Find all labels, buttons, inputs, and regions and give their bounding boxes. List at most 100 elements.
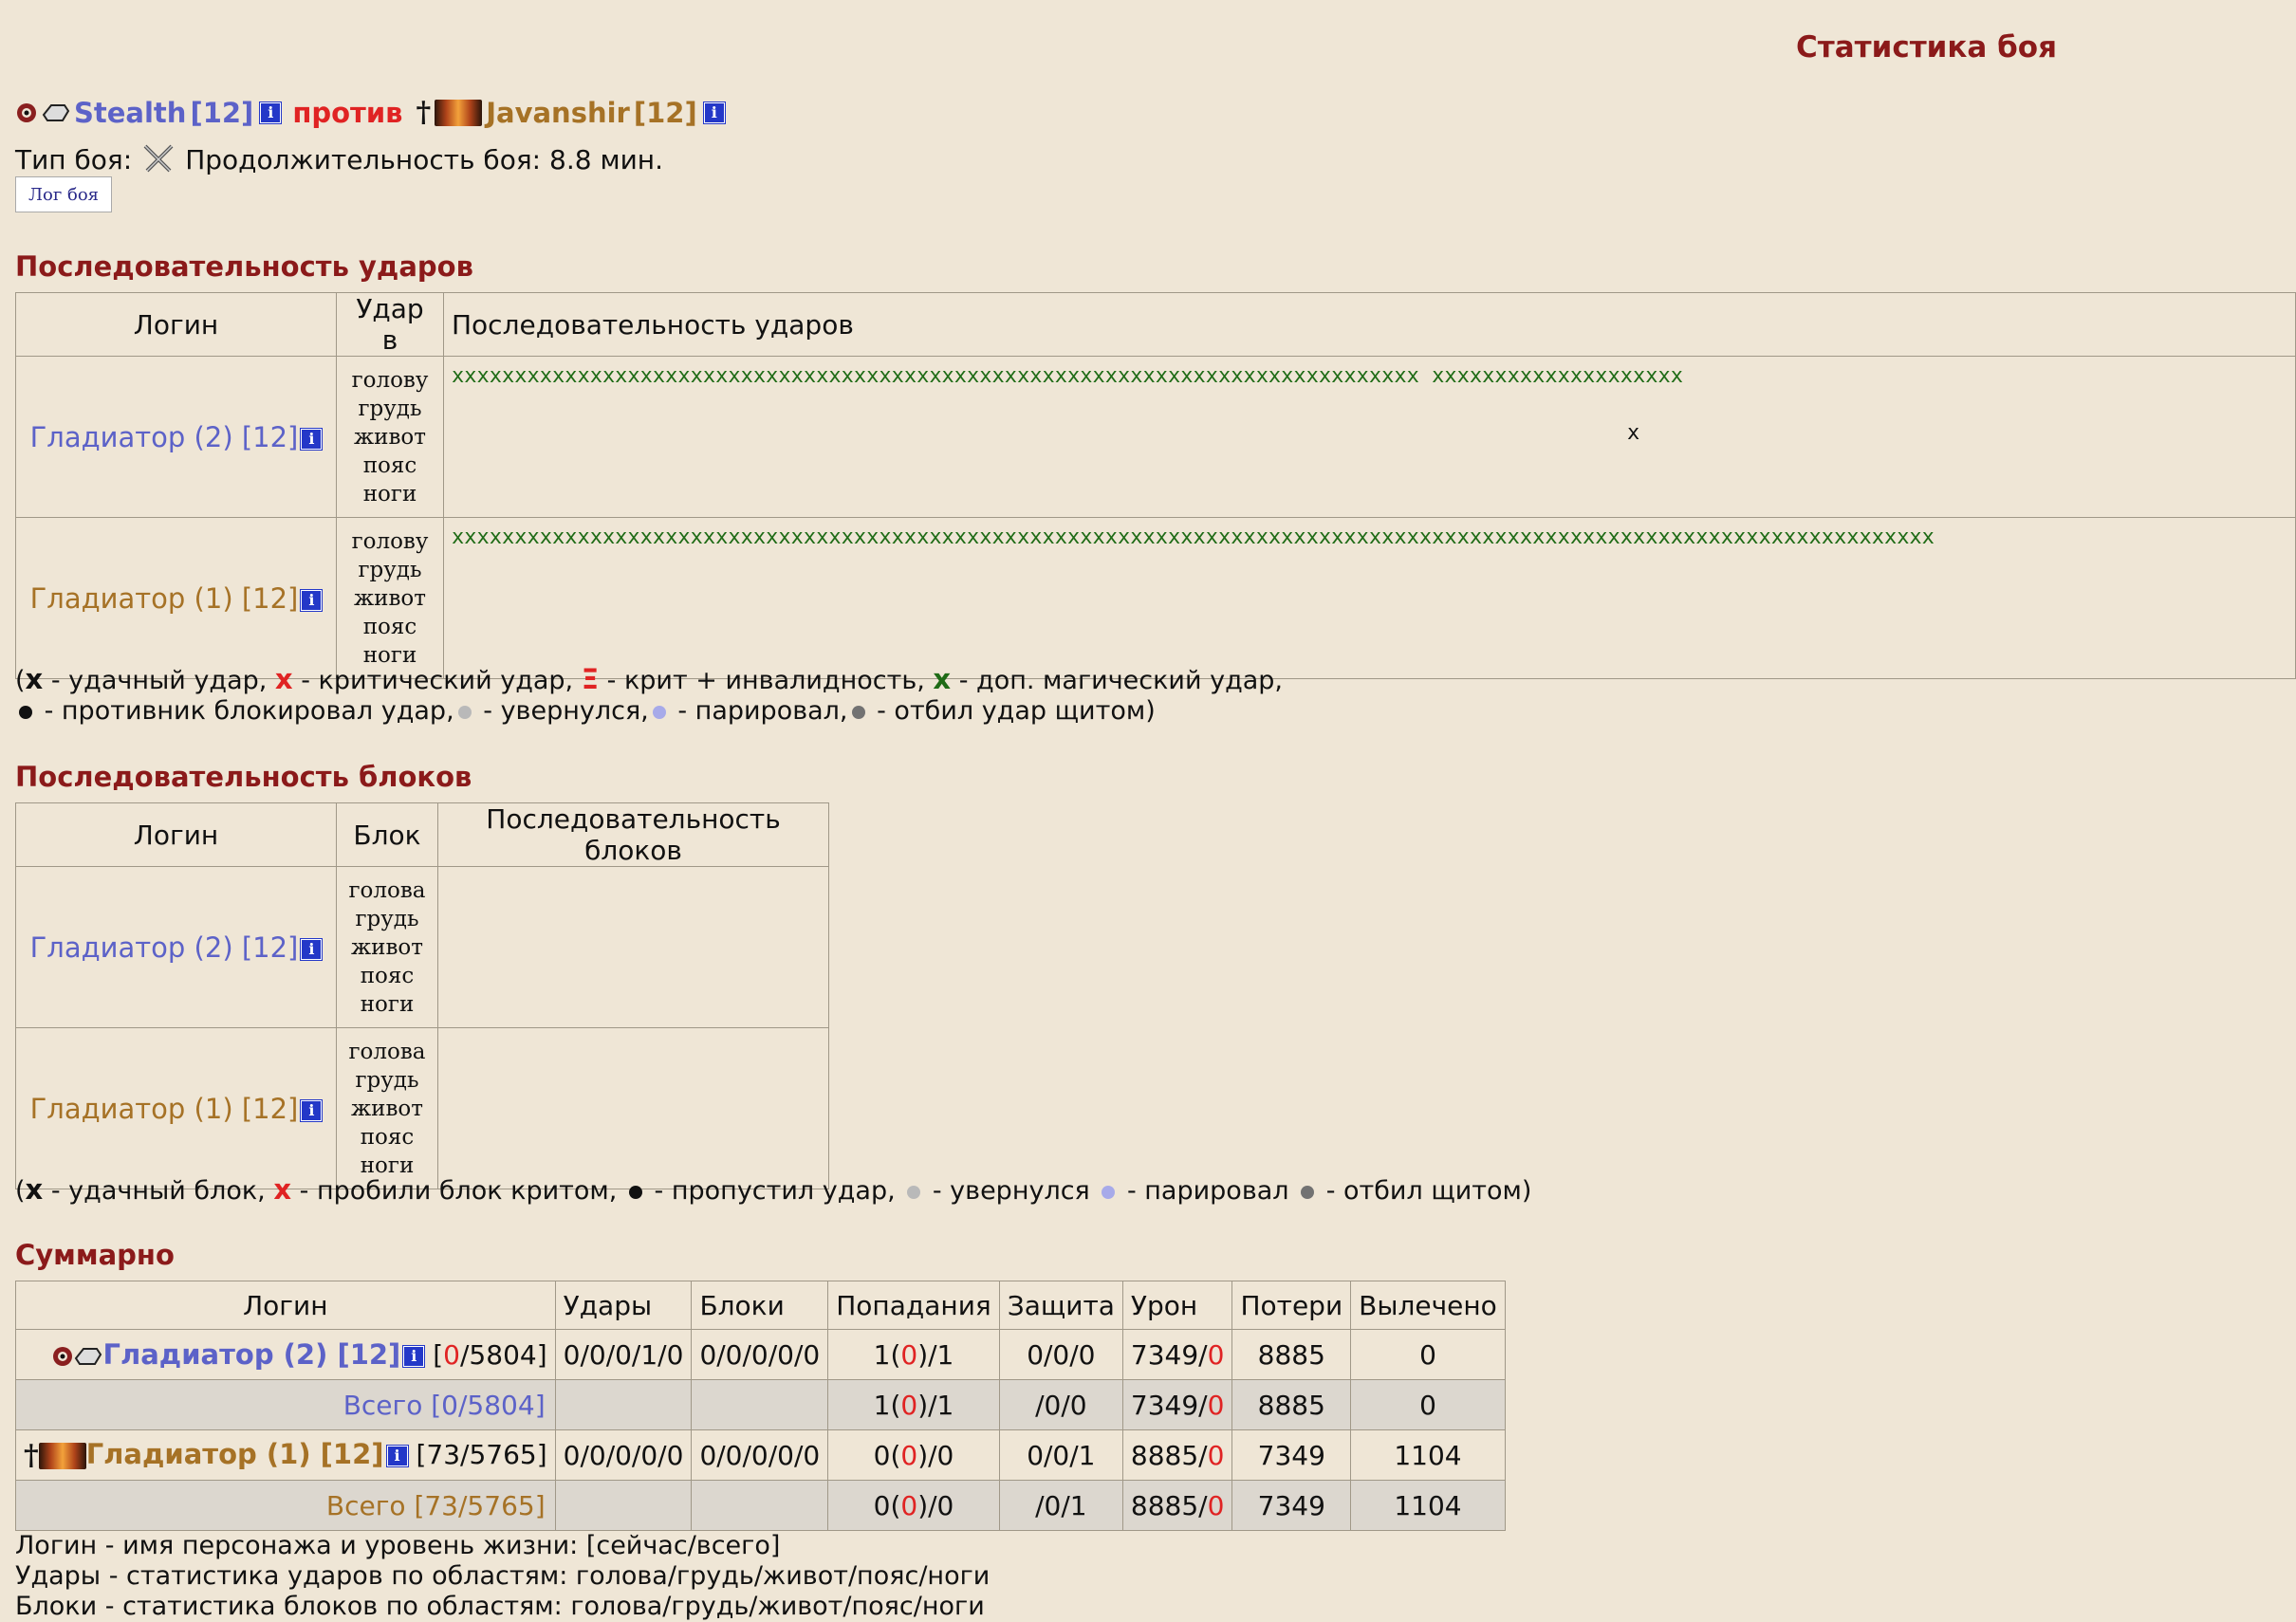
seq-head: xxxxxxxxxxxxxxxxxxxxxxxxxxxxxxxxxxxxxxxx… xyxy=(452,364,1684,388)
battle-info: Тип боя: Продолжительность боя: 8.8 мин. xyxy=(15,142,663,176)
dot-parried-icon xyxy=(1102,1185,1116,1199)
hits-cell xyxy=(554,1379,693,1430)
defense-cell: /0/0 xyxy=(998,1379,1123,1430)
info-icon[interactable]: i xyxy=(386,1445,408,1466)
footnotes: Логин - имя персонажа и уровень жизни: [… xyxy=(15,1531,990,1622)
legend-text: - критический удар, xyxy=(292,666,582,695)
table-row: Гладиатор (1) [12] i голову грудь живот п… xyxy=(15,517,2296,679)
table-row: Гладиатор (2) [12] i [0/5804] 0/0/0/1/0 0… xyxy=(15,1329,1506,1380)
fighter-link[interactable]: Гладиатор (1) [12] xyxy=(30,1093,299,1125)
versus-label: против xyxy=(292,96,403,129)
legend-text: - крит + инвалидность, xyxy=(599,666,934,695)
zone-belly: живот xyxy=(353,585,426,611)
login-cell: Гладиатор (1) [12] i xyxy=(15,517,337,679)
legend-text: - удачный удар, xyxy=(43,666,275,695)
total-row: Всего [73/5765] 0(0)/0 /0/1 8885/0 7349 … xyxy=(15,1480,1506,1531)
dot-dodged-icon xyxy=(457,705,472,719)
hit-sequence-cell: xxxxxxxxxxxxxxxxxxxxxxxxxxxxxxxxxxxxxxxx… xyxy=(443,356,2296,518)
zone-head: голова xyxy=(348,877,426,903)
healed-cell: 1104 xyxy=(1350,1480,1506,1531)
fighter-link[interactable]: Гладиатор (2) [12] xyxy=(30,931,299,964)
healed-cell: 0 xyxy=(1350,1379,1506,1430)
info-icon[interactable]: i xyxy=(703,101,725,123)
landed-cell: 1(0)/1 xyxy=(827,1379,1000,1430)
fighter-link[interactable]: Гладиатор (1) [12] xyxy=(86,1438,384,1470)
zone-list: голову грудь живот пояс ноги xyxy=(336,517,444,679)
landed-cell: 0(0)/0 xyxy=(827,1480,1000,1531)
legend-text: - увернулся, xyxy=(474,696,649,726)
col-losses: Потери xyxy=(1231,1281,1352,1330)
losses-cell: 7349 xyxy=(1231,1480,1352,1531)
legend-text: - отбил щитом) xyxy=(1318,1176,1532,1206)
losses-cell: 8885 xyxy=(1231,1329,1352,1380)
defense-cell: /0/1 xyxy=(998,1480,1123,1531)
col-login: Логин xyxy=(15,1281,556,1330)
login-cell: Гладиатор (2) [12] i [0/5804] xyxy=(15,1329,556,1380)
blocks-cell: 0/0/0/0/0 xyxy=(691,1429,829,1481)
zone-head: голову xyxy=(351,528,429,554)
blocks-cell: 0/0/0/0/0 xyxy=(691,1329,829,1380)
legend-block-mark: x xyxy=(25,1173,44,1206)
info-icon[interactable]: i xyxy=(403,1346,425,1367)
zone-chest: грудь xyxy=(355,906,419,931)
zone-belly: живот xyxy=(350,1096,423,1121)
zone-belly: живот xyxy=(353,424,426,450)
fighter-link[interactable]: Гладиатор (1) [12] xyxy=(30,582,299,615)
gear-icon xyxy=(53,1347,73,1366)
defense-cell: 0/0/0 xyxy=(998,1329,1123,1380)
total-row: Всего [0/5804] 1(0)/1 /0/0 7349/0 8885 0 xyxy=(15,1379,1506,1430)
healed-cell: 0 xyxy=(1350,1329,1506,1380)
legend-text: - отбил удар щитом) xyxy=(868,696,1156,726)
zone-list: голова грудь живот пояс ноги xyxy=(336,866,438,1028)
legend-line: (x - удачный удар, x - критический удар,… xyxy=(15,663,1284,695)
block-sequence-cell xyxy=(437,1027,829,1189)
banner-icon xyxy=(435,99,483,126)
legend-magic-mark: x xyxy=(933,663,952,695)
damage-cell: 7349/0 xyxy=(1121,1379,1233,1430)
total-label: Всего [73/5765] xyxy=(15,1480,556,1531)
blocks-cell xyxy=(691,1480,829,1531)
page-title: Статистика боя xyxy=(1796,30,2057,65)
gauntlet-icon xyxy=(42,103,70,121)
fighter-right-name[interactable]: Javanshir xyxy=(486,97,630,129)
banner-icon xyxy=(38,1442,86,1469)
info-icon[interactable]: i xyxy=(260,101,282,123)
info-icon[interactable]: i xyxy=(301,589,323,611)
legend-text: - увернулся xyxy=(924,1176,1099,1206)
hp-now: 0 xyxy=(443,1339,460,1371)
zone-list: голову грудь живот пояс ноги xyxy=(336,356,444,518)
fighters-line: Stealth [12] i против † Javanshir [12] i xyxy=(15,96,725,129)
battle-stats-page: Статистика боя Stealth [12] i против † J… xyxy=(0,0,2296,1622)
hp-open: [ xyxy=(433,1339,444,1371)
legend-crit-injury-mark: Ξ xyxy=(581,663,600,695)
footnote-login: Логин - имя персонажа и уровень жизни: [… xyxy=(15,1531,781,1560)
battle-log-button[interactable]: Лог боя xyxy=(15,176,112,212)
fighter-left-name[interactable]: Stealth xyxy=(74,97,186,129)
zone-waist: пояс xyxy=(360,1124,415,1150)
fighter-link[interactable]: Гладиатор (2) [12] xyxy=(102,1338,400,1371)
zone-waist: пояс xyxy=(360,963,415,988)
zone-head: голова xyxy=(348,1039,426,1064)
fighter-left-level: [12] xyxy=(190,96,254,129)
summary-section-title: Суммарно xyxy=(15,1239,175,1271)
hits-cell: 0/0/0/1/0 xyxy=(554,1329,693,1380)
dot-missed-icon xyxy=(628,1185,642,1199)
battle-type-label: Тип боя: xyxy=(15,143,133,175)
fighter-link[interactable]: Гладиатор (2) [12] xyxy=(30,421,299,453)
col-block: Блок xyxy=(336,802,438,867)
login-cell: Гладиатор (1) [12] i xyxy=(15,1027,337,1189)
blocks-cell xyxy=(691,1379,829,1430)
zone-chest: грудь xyxy=(358,557,422,582)
defense-cell: 0/0/1 xyxy=(998,1429,1123,1481)
col-block-sequence: Последовательность блоков xyxy=(437,802,829,867)
info-icon[interactable]: i xyxy=(301,428,323,450)
login-cell: † Гладиатор (1) [12] i [73/5765] xyxy=(15,1429,556,1481)
info-icon[interactable]: i xyxy=(301,1099,323,1121)
hits-cell: 0/0/0/0/0 xyxy=(554,1429,693,1481)
table-row: Гладиатор (2) [12] i голову грудь живот п… xyxy=(15,356,2296,518)
zone-chest: грудь xyxy=(358,396,422,421)
table-row: † Гладиатор (1) [12] i [73/5765] 0/0/0/0/0… xyxy=(15,1429,1506,1481)
zone-legs: ноги xyxy=(360,991,415,1017)
footnote-hits: Удары - статистика ударов по областям: г… xyxy=(15,1561,991,1591)
info-icon[interactable]: i xyxy=(301,938,323,960)
